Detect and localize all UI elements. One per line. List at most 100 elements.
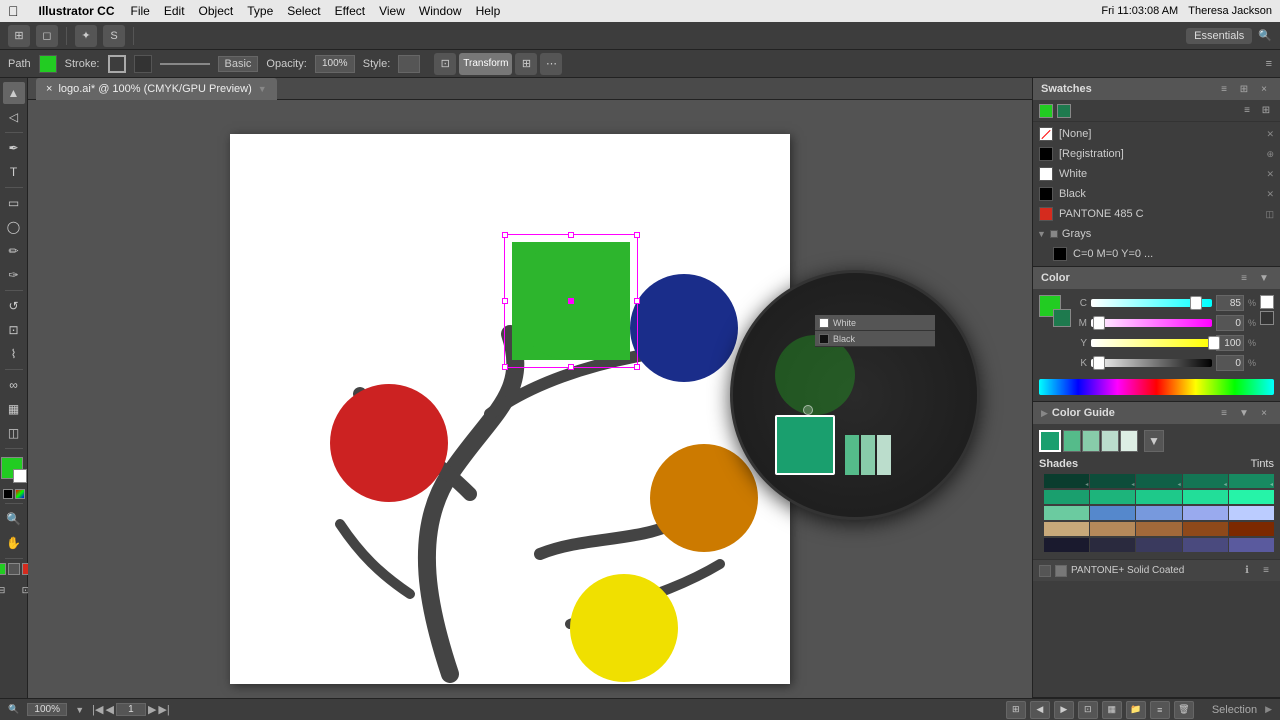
m-slider-thumb[interactable] — [1093, 316, 1105, 330]
cg-cell-1-5[interactable]: ◂ — [1229, 474, 1274, 488]
pantone-settings-btn[interactable]: ≡ — [1258, 563, 1274, 579]
type-tool-btn[interactable]: T — [3, 161, 25, 183]
more-options-icon[interactable]: ⋯ — [540, 53, 562, 75]
blue-circle[interactable] — [630, 274, 738, 382]
tints-label[interactable]: Tints — [1251, 458, 1274, 470]
swatch-black[interactable]: Black ✕ — [1033, 184, 1280, 204]
opacity-input[interactable] — [315, 55, 355, 73]
gray-swatch[interactable] — [8, 563, 20, 575]
search-icon[interactable]: 🔍 — [1258, 29, 1272, 42]
transform-btn[interactable]: Transform — [459, 53, 512, 75]
green-swatch[interactable] — [0, 563, 6, 575]
nav-right-btn[interactable]: ▶ — [1054, 701, 1074, 719]
red-circle[interactable] — [330, 384, 448, 502]
swatch-none[interactable]: [None] ✕ — [1033, 124, 1280, 144]
select-tool-btn[interactable]: ▲ — [3, 82, 25, 104]
cg-cell-5-2[interactable] — [1090, 538, 1135, 552]
menu-effect[interactable]: Effect — [335, 4, 365, 18]
cg-harm-1[interactable] — [1063, 430, 1081, 452]
k-slider-track[interactable] — [1091, 359, 1212, 367]
tab-close-btn[interactable]: × — [46, 83, 52, 95]
color-panel-expand-btn[interactable]: ▼ — [1256, 270, 1272, 286]
cg-harm-3[interactable] — [1101, 430, 1119, 452]
swatch-registration[interactable]: [Registration] ⊕ — [1033, 144, 1280, 164]
direct-select-btn[interactable]: ◁ — [3, 106, 25, 128]
y-slider-thumb[interactable] — [1208, 336, 1220, 350]
nav-left-btn[interactable]: ◀ — [1030, 701, 1050, 719]
style-icon[interactable]: S — [103, 25, 125, 47]
panel-collapse-icon[interactable]: ≡ — [1266, 58, 1272, 70]
c-slider-track[interactable] — [1091, 299, 1212, 307]
color-mode-gradient[interactable] — [15, 489, 25, 499]
cg-cell-5-5[interactable] — [1229, 538, 1274, 552]
menu-window[interactable]: Window — [419, 4, 462, 18]
apple-menu-icon[interactable]:  — [8, 3, 19, 19]
cg-cell-2-4[interactable] — [1183, 490, 1228, 504]
cg-cell-3-1[interactable] — [1044, 506, 1089, 520]
screen-mode-btn[interactable]: ⊟ — [0, 579, 13, 601]
pantone-info-btn[interactable]: ℹ — [1239, 563, 1255, 579]
bg-color-swatch[interactable] — [1053, 309, 1071, 327]
artboard-options-btn[interactable]: ⊞ — [1006, 701, 1026, 719]
orange-circle[interactable] — [650, 444, 758, 552]
swatch-list-btn[interactable]: ≡ — [1239, 103, 1255, 119]
arrange-icon[interactable]: ⊡ — [434, 53, 456, 75]
workspace-dropdown[interactable]: Essentials — [1186, 28, 1252, 44]
folder-btn[interactable]: 📁 — [1126, 701, 1146, 719]
brush-tool-btn[interactable]: ✏ — [3, 240, 25, 262]
m-slider-track[interactable] — [1091, 319, 1212, 327]
stroke-color-box[interactable] — [108, 55, 126, 73]
black-mode-icon[interactable] — [1260, 311, 1274, 325]
blend-tool-btn[interactable]: ∞ — [3, 374, 25, 396]
more-btn[interactable]: ≡ — [1150, 701, 1170, 719]
green-circle[interactable] — [512, 242, 630, 360]
y-value-input[interactable] — [1216, 335, 1244, 351]
swatches-menu-btn[interactable]: ≡ — [1216, 81, 1232, 97]
cg-cell-3-5[interactable] — [1229, 506, 1274, 520]
cg-cell-5-1[interactable] — [1044, 538, 1089, 552]
cg-cell-5-4[interactable] — [1183, 538, 1228, 552]
shades-label[interactable]: Shades — [1039, 458, 1078, 470]
k-value-input[interactable] — [1216, 355, 1244, 371]
zoom-tool-btn[interactable]: 🔍 — [3, 508, 25, 530]
cg-cell-2-3[interactable] — [1136, 490, 1181, 504]
hand-tool-btn[interactable]: ✋ — [3, 532, 25, 554]
swatches-grid-btn[interactable]: ⊞ — [1236, 81, 1252, 97]
rotate-tool-btn[interactable]: ↺ — [3, 295, 25, 317]
menu-object[interactable]: Object — [199, 4, 234, 18]
c-slider-thumb[interactable] — [1190, 296, 1202, 310]
pen-tool-btn[interactable]: ✒ — [3, 137, 25, 159]
align-icon[interactable]: ⊞ — [515, 53, 537, 75]
nav-prev-btn[interactable]: ◀ — [105, 703, 113, 716]
cg-dropdown-arrow[interactable]: ▼ — [1144, 430, 1164, 452]
m-value-input[interactable] — [1216, 315, 1244, 331]
cg-cell-4-2[interactable] — [1090, 522, 1135, 536]
zoom-input[interactable] — [27, 703, 67, 716]
cg-cell-1-2[interactable]: ◂ — [1090, 474, 1135, 488]
swatch-white[interactable]: White ✕ — [1033, 164, 1280, 184]
cg-cell-1-3[interactable]: ◂ — [1136, 474, 1181, 488]
pencil-tool-btn[interactable]: ✑ — [3, 264, 25, 286]
swatch-group-grays[interactable]: ▼ Grays — [1033, 224, 1280, 244]
cg-cell-3-3[interactable] — [1136, 506, 1181, 520]
slice-tool-btn[interactable]: ◫ — [3, 422, 25, 444]
play-icon[interactable]: ▶ — [1265, 704, 1272, 715]
pen-tool-icon[interactable]: ✦ — [75, 25, 97, 47]
y-slider-track[interactable] — [1091, 339, 1212, 347]
c-value-input[interactable] — [1216, 295, 1244, 311]
color-guide-menu-btn[interactable]: ≡ — [1216, 405, 1232, 421]
scale-tool-btn[interactable]: ⊡ — [3, 319, 25, 341]
document-tab[interactable]: × logo.ai* @ 100% (CMYK/GPU Preview) ▼ — [36, 78, 277, 100]
cg-cell-3-2[interactable] — [1090, 506, 1135, 520]
swatch-cmyk[interactable]: C=0 M=0 Y=0 ... — [1033, 244, 1280, 264]
arrange-btn[interactable]: ⊡ — [1078, 701, 1098, 719]
stroke-weight-box[interactable] — [134, 55, 152, 73]
swatch-pantone485[interactable]: PANTONE 485 C ◫ — [1033, 204, 1280, 224]
spectrum-bar[interactable] — [1039, 379, 1274, 395]
cg-cell-2-1[interactable] — [1044, 490, 1089, 504]
canvas-wrapper[interactable] — [28, 100, 1032, 698]
cg-cell-4-5[interactable] — [1229, 522, 1274, 536]
nav-first-btn[interactable]: |◀ — [92, 703, 103, 716]
cg-harm-2[interactable] — [1082, 430, 1100, 452]
color-mode-none[interactable] — [3, 489, 13, 499]
